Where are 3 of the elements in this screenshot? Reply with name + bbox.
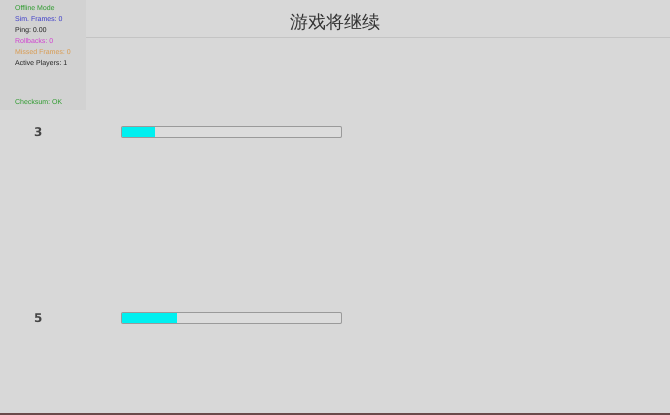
- player-number: 5: [33, 311, 44, 325]
- player-number: 3: [33, 125, 44, 139]
- page-title: 游戏将继续: [290, 10, 380, 34]
